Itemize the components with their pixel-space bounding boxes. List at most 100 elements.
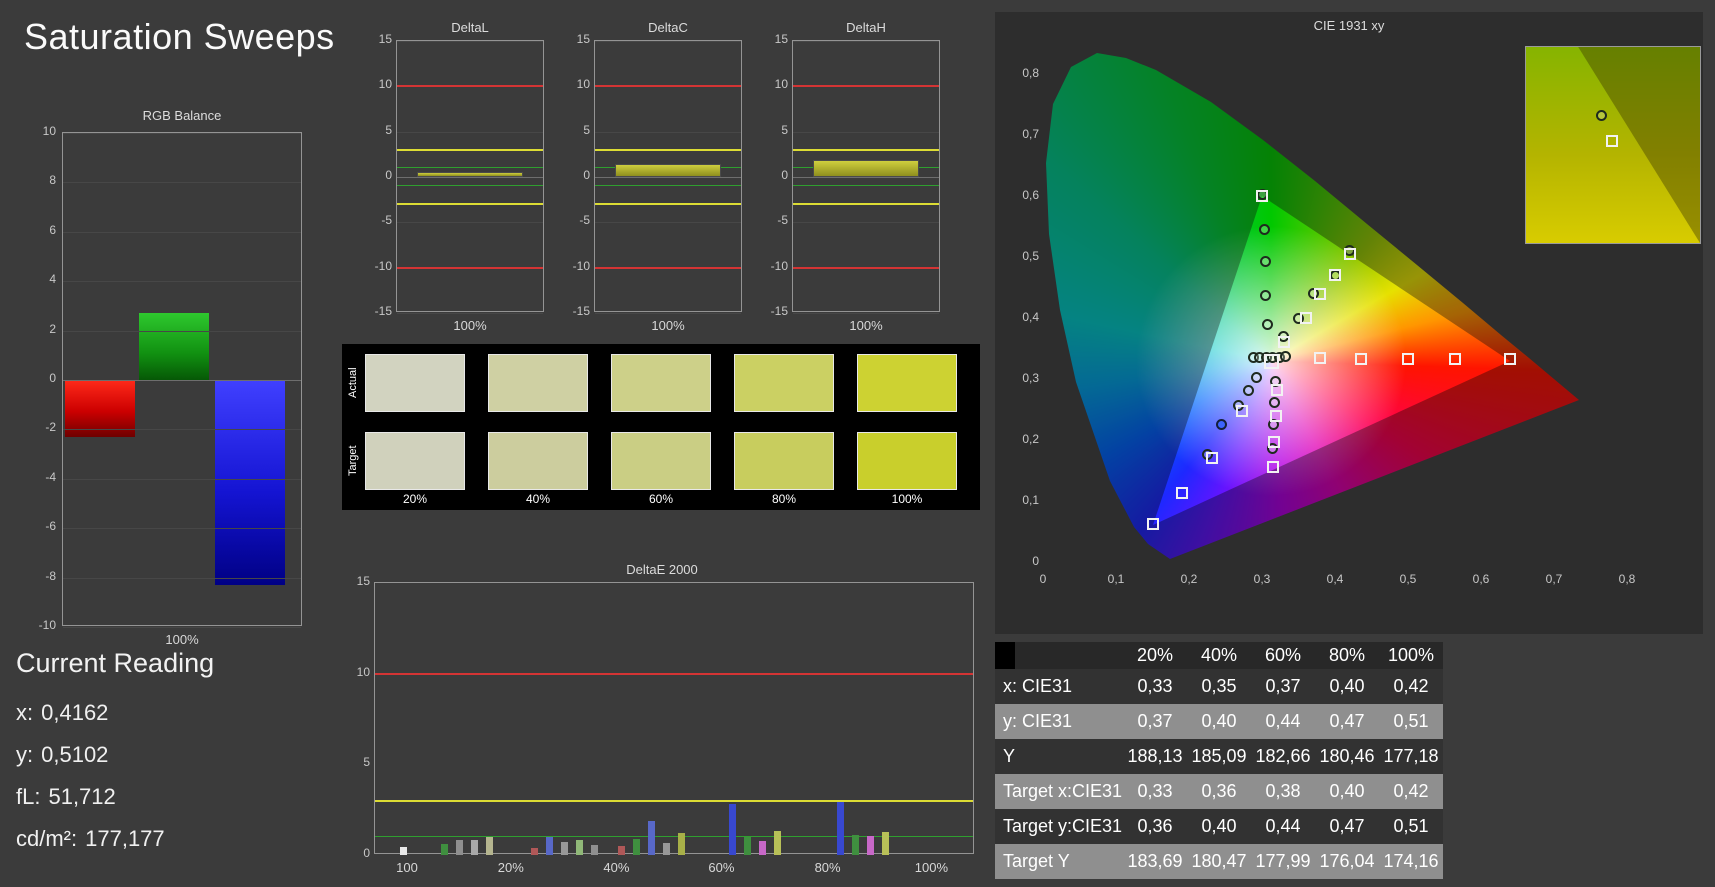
green-limit-line xyxy=(397,167,543,168)
red-limit-line xyxy=(793,267,939,269)
column-header: 100% xyxy=(1379,645,1443,666)
delta-bar xyxy=(417,172,522,177)
actual-swatch xyxy=(611,354,711,412)
rgb-bar-red xyxy=(65,380,135,437)
delta-gridline xyxy=(595,222,741,223)
actual-swatch xyxy=(857,354,957,412)
table-cell: 0,47 xyxy=(1315,816,1379,837)
table-cell: 183,69 xyxy=(1123,851,1187,872)
cie-y-tick: 0,3 xyxy=(999,371,1039,385)
table-cell: 0,35 xyxy=(1187,676,1251,697)
cie-panel: CIE 1931 xy 00,10,20,30,40,50,60,70,8 00… xyxy=(995,12,1703,634)
results-table: 20%40%60%80%100%x: CIE310,330,350,370,40… xyxy=(995,642,1443,879)
delta-y-tick: 15 xyxy=(748,32,788,46)
delta-y-tick: -5 xyxy=(748,213,788,227)
cie-y-tick: 0,8 xyxy=(999,66,1039,80)
deltae-x-axis: 10020%40%60%80%100% xyxy=(342,560,982,886)
table-cell: 176,04 xyxy=(1315,851,1379,872)
delta-gridline xyxy=(397,313,543,314)
delta-y-tick: 15 xyxy=(352,32,392,46)
delta-y-tick: -10 xyxy=(748,259,788,273)
table-label-spacer xyxy=(1015,642,1123,669)
red-limit-line xyxy=(397,267,543,269)
current-reading-heading: Current Reading xyxy=(16,648,316,679)
deltal-chart xyxy=(396,40,544,312)
table-cell: 180,46 xyxy=(1315,746,1379,767)
delta-gridline xyxy=(397,132,543,133)
reading-cdm2-label: cd/m²: xyxy=(16,826,77,851)
green-limit-line xyxy=(595,185,741,186)
table-cell: 0,44 xyxy=(1251,816,1315,837)
inset-measured-point xyxy=(1596,110,1607,121)
reading-x-value: 0,4162 xyxy=(41,700,108,725)
delta-gridline xyxy=(397,177,543,178)
rgb-gridline xyxy=(63,578,301,579)
delta-y-tick: 5 xyxy=(352,123,392,137)
swatch-comparison-panel: Actual Target 20%40%60%80%100% xyxy=(342,344,980,510)
red-limit-line xyxy=(595,267,741,269)
delta-y-tick: 5 xyxy=(550,123,590,137)
table-cell: 0,40 xyxy=(1187,816,1251,837)
cie-y-tick: 0,1 xyxy=(999,493,1039,507)
delta-gridline xyxy=(793,222,939,223)
deltac-x-label: 100% xyxy=(594,318,742,333)
delta-gridline xyxy=(595,132,741,133)
yellow-limit-line xyxy=(793,203,939,205)
delta-y-tick: -15 xyxy=(352,304,392,318)
rgb-y-tick: -10 xyxy=(16,618,56,632)
swatch-column-label: 100% xyxy=(857,492,957,506)
rgb-y-tick: 0 xyxy=(16,371,56,385)
delta-y-tick: 0 xyxy=(550,168,590,182)
table-row: Target Y183,69180,47177,99176,04174,16 xyxy=(995,844,1443,879)
table-cell: 0,40 xyxy=(1187,711,1251,732)
table-cell: 185,09 xyxy=(1187,746,1251,767)
rgb-y-tick: -8 xyxy=(16,569,56,583)
red-limit-line xyxy=(793,85,939,87)
rgb-y-tick: -2 xyxy=(16,420,56,434)
rgb-gridline xyxy=(63,479,301,480)
reading-cdm2: cd/m²:177,177 xyxy=(16,826,165,852)
target-swatch xyxy=(365,432,465,490)
table-cell: 0,38 xyxy=(1251,781,1315,802)
deltae-x-tick: 20% xyxy=(481,860,541,875)
table-header-row: 20%40%60%80%100% xyxy=(995,642,1443,669)
yellow-limit-line xyxy=(793,149,939,151)
rgb-gridline xyxy=(63,528,301,529)
deltal-x-label: 100% xyxy=(396,318,544,333)
table-cell: 182,66 xyxy=(1251,746,1315,767)
cie-zoom-inset xyxy=(1525,46,1701,244)
table-cell: 0,40 xyxy=(1315,676,1379,697)
rgb-bar-blue xyxy=(215,380,285,585)
delta-gridline xyxy=(595,177,741,178)
yellow-limit-line xyxy=(595,149,741,151)
swatch-column-label: 20% xyxy=(365,492,465,506)
table-cell: 0,40 xyxy=(1315,781,1379,802)
rgb-y-tick: -6 xyxy=(16,519,56,533)
row-label: y: CIE31 xyxy=(995,711,1123,732)
delta-y-tick: 0 xyxy=(352,168,392,182)
rgb-y-tick: 10 xyxy=(16,124,56,138)
table-cell: 188,13 xyxy=(1123,746,1187,767)
table-cell: 177,18 xyxy=(1379,746,1443,767)
rgb-gridline xyxy=(63,429,301,430)
delta-y-tick: 10 xyxy=(550,77,590,91)
rgb-bar-green xyxy=(139,313,209,380)
row-label: Target x:CIE31 xyxy=(995,781,1123,802)
table-row: Target x:CIE310,330,360,380,400,42 xyxy=(995,774,1443,809)
page: { "app": { "title": "Saturation Sweeps" … xyxy=(0,0,1715,887)
delta-y-tick: -15 xyxy=(550,304,590,318)
table-cell: 0,42 xyxy=(1379,676,1443,697)
table-cell: 0,37 xyxy=(1251,676,1315,697)
delta-y-tick: 10 xyxy=(748,77,788,91)
column-header: 80% xyxy=(1315,645,1379,666)
table-row: y: CIE310,370,400,440,470,51 xyxy=(995,704,1443,739)
delta-gridline xyxy=(397,222,543,223)
table-cell: 0,33 xyxy=(1123,781,1187,802)
table-cell: 0,33 xyxy=(1123,676,1187,697)
deltae-x-tick: 100 xyxy=(377,860,437,875)
red-limit-line xyxy=(595,85,741,87)
page-title: Saturation Sweeps xyxy=(24,16,335,58)
table-cell: 0,36 xyxy=(1187,781,1251,802)
deltae-panel: DeltaE 2000 151050 10020%40%60%80%100% xyxy=(342,560,982,886)
cie-y-tick: 0,7 xyxy=(999,127,1039,141)
